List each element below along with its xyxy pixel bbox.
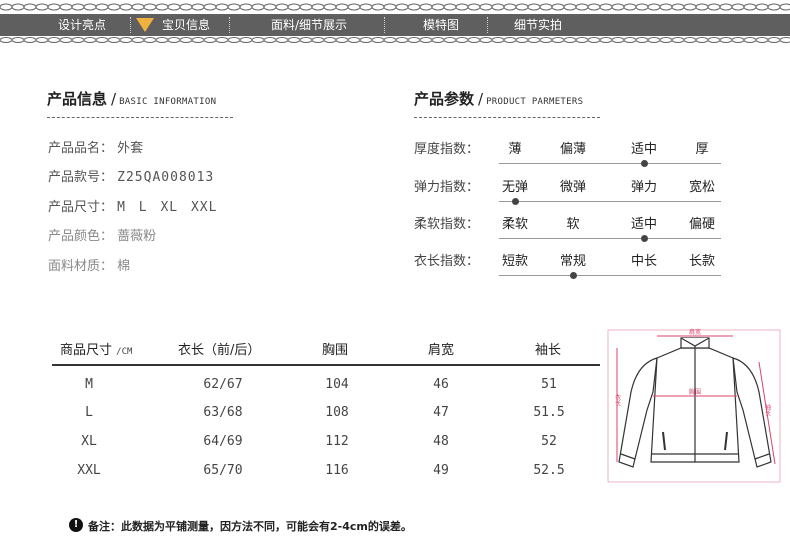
param-option: 短款 bbox=[501, 254, 528, 269]
info-code: 产品款号： Z25QA008013 bbox=[48, 170, 215, 185]
param-option: 中长 bbox=[630, 254, 657, 269]
table-cell-shoulder: 48 bbox=[433, 434, 449, 449]
table-cell-length: 65/70 bbox=[203, 463, 243, 478]
param-option: 偏硬 bbox=[688, 217, 715, 232]
table-cell-length: 64/69 bbox=[203, 434, 243, 449]
nav-item-details[interactable]: 细节实拍 bbox=[514, 14, 562, 36]
param-option: 厚 bbox=[695, 142, 709, 157]
param-option: 常规 bbox=[559, 254, 586, 269]
shoulder-label: 肩宽 bbox=[689, 328, 701, 336]
param-indicator-dot bbox=[641, 235, 648, 242]
param-option: 微弹 bbox=[559, 180, 586, 195]
nav-item-design[interactable]: 设计亮点 bbox=[58, 14, 106, 36]
info-size: 产品尺寸： M L XL XXL bbox=[48, 200, 218, 215]
table-cell-sleeve: 52.5 bbox=[533, 463, 565, 478]
param-scale-line bbox=[499, 238, 721, 239]
table-cell-sleeve: 52 bbox=[541, 434, 557, 449]
product-params-title: 产品参数 / PRODUCT PARMETERS bbox=[414, 90, 584, 108]
table-cell-length: 63/68 bbox=[203, 405, 243, 420]
param-option: 宽松 bbox=[688, 180, 715, 195]
table-cell-size: L bbox=[85, 405, 93, 420]
table-cell-sleeve: 51.5 bbox=[533, 405, 565, 420]
length-label: 衣长 bbox=[614, 393, 621, 407]
nav-item-fabric[interactable]: 面料/细节展示 bbox=[271, 14, 347, 36]
table-cell-chest: 112 bbox=[325, 434, 349, 449]
table-cell-sleeve: 51 bbox=[541, 377, 557, 392]
param-option: 弹力 bbox=[630, 180, 657, 195]
table-cell-size: XXL bbox=[77, 463, 101, 478]
nav-separator bbox=[487, 17, 488, 33]
table-cell-shoulder: 47 bbox=[433, 405, 449, 420]
param-option: 长款 bbox=[688, 254, 715, 269]
param-label: 弹力指数： bbox=[414, 180, 480, 195]
chain-border-top bbox=[0, 3, 790, 11]
info-color: 产品颜色： 蔷薇粉 bbox=[48, 229, 157, 244]
param-option: 薄 bbox=[508, 142, 522, 157]
param-option: 软 bbox=[566, 217, 580, 232]
param-label: 厚度指数： bbox=[414, 142, 480, 157]
jacket-measurement-diagram: 肩宽 胸围 衣长 袖长 bbox=[607, 328, 781, 483]
divider bbox=[414, 117, 600, 118]
param-option: 柔软 bbox=[501, 217, 528, 232]
size-table-title: 商品尺寸 /CM bbox=[60, 343, 133, 358]
col-header-sleeve: 袖长 bbox=[535, 343, 562, 358]
nav-separator bbox=[229, 17, 230, 33]
col-header-length: 衣长（前/后） bbox=[178, 343, 261, 358]
info-fabric: 面料材质： 棉 bbox=[48, 259, 131, 274]
param-indicator-dot bbox=[641, 160, 648, 167]
note-text: 备注：此数据为平铺测量，因方法不同，可能会有2-4cm的误差。 bbox=[88, 520, 412, 533]
jacket-icon bbox=[618, 337, 772, 468]
col-header-chest: 胸围 bbox=[322, 343, 349, 358]
table-cell-shoulder: 46 bbox=[433, 377, 449, 392]
chain-border-bottom bbox=[0, 37, 790, 43]
param-scale-line bbox=[499, 275, 721, 276]
param-scale-line bbox=[499, 201, 721, 202]
param-option: 适中 bbox=[630, 142, 657, 157]
param-scale-line bbox=[499, 163, 721, 164]
table-header-divider bbox=[52, 364, 600, 366]
info-name: 产品品名： 外套 bbox=[48, 141, 144, 156]
param-option: 适中 bbox=[630, 217, 657, 232]
sleeve-label: 袖长 bbox=[764, 403, 771, 417]
table-cell-size: XL bbox=[81, 434, 97, 449]
nav-item-model[interactable]: 模特图 bbox=[423, 14, 459, 36]
table-cell-chest: 108 bbox=[325, 405, 349, 420]
table-cell-chest: 116 bbox=[325, 463, 349, 478]
param-label: 柔软指数： bbox=[414, 217, 480, 232]
nav-active-arrow-icon bbox=[136, 18, 154, 32]
col-header-shoulder: 肩宽 bbox=[428, 343, 455, 358]
nav-separator bbox=[384, 17, 385, 33]
param-option: 偏薄 bbox=[559, 142, 586, 157]
param-indicator-dot bbox=[512, 198, 519, 205]
nav-bar: 设计亮点 宝贝信息 面料/细节展示 模特图 细节实拍 bbox=[0, 14, 790, 36]
param-indicator-dot bbox=[570, 272, 577, 279]
param-label: 衣长指数： bbox=[414, 254, 480, 269]
product-info-title: 产品信息 / BASIC INFORMATION bbox=[47, 90, 217, 108]
divider bbox=[47, 117, 233, 118]
param-option: 无弹 bbox=[501, 180, 528, 195]
table-cell-chest: 104 bbox=[325, 377, 349, 392]
nav-separator bbox=[130, 17, 131, 33]
table-cell-shoulder: 49 bbox=[433, 463, 449, 478]
exclamation-icon: ! bbox=[69, 518, 83, 532]
table-cell-size: M bbox=[85, 377, 93, 392]
chest-label: 胸围 bbox=[689, 388, 701, 396]
table-cell-length: 62/67 bbox=[203, 377, 243, 392]
nav-item-product-info[interactable]: 宝贝信息 bbox=[162, 14, 210, 36]
